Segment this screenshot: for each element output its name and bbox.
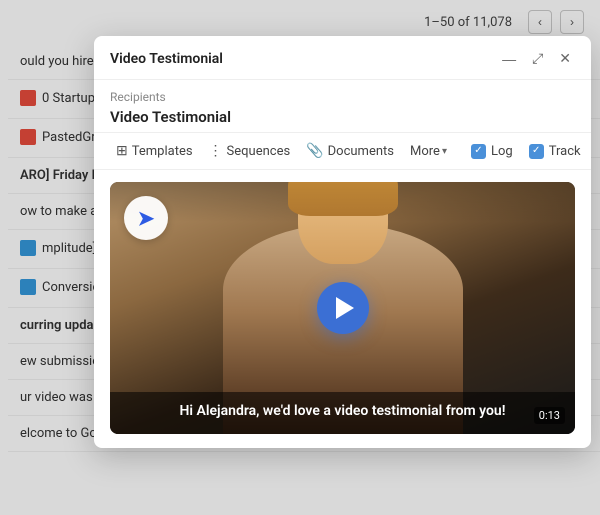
duration-badge: 0:13 — [534, 407, 565, 424]
modal-controls: — ⤢ ✕ — [498, 48, 575, 69]
log-checkbox[interactable]: ✓ Log — [465, 140, 519, 163]
track-checkbox[interactable]: ✓ Track — [523, 140, 587, 163]
documents-icon: 📎 — [306, 143, 323, 159]
more-label: More — [410, 144, 440, 159]
play-button[interactable] — [317, 282, 369, 334]
sequences-label: Sequences — [227, 144, 291, 159]
recipients-label: Recipients — [110, 90, 575, 104]
play-icon — [336, 297, 354, 319]
expand-button[interactable]: ⤢ — [528, 48, 547, 69]
recipients-section: Recipients Video Testimonial — [94, 80, 591, 132]
video-caption: Hi Alejandra, we'd love a video testimon… — [110, 392, 575, 434]
track-label: Track — [549, 144, 581, 159]
documents-label: Documents — [328, 144, 394, 159]
close-button[interactable]: ✕ — [555, 48, 575, 69]
person-hair — [288, 182, 398, 216]
recipients-title: Video Testimonial — [110, 108, 575, 126]
sequences-button[interactable]: ⋮ Sequences — [203, 139, 297, 163]
modal-header: Video Testimonial — ⤢ ✕ — [94, 36, 591, 80]
templates-button[interactable]: ⊞ Templates — [110, 139, 199, 163]
modal-title: Video Testimonial — [110, 51, 223, 67]
templates-icon: ⊞ — [116, 143, 128, 159]
documents-button[interactable]: 📎 Documents — [300, 139, 400, 163]
track-check-icon: ✓ — [532, 146, 540, 156]
logo-arrow-icon: ➤ — [138, 206, 155, 230]
chevron-down-icon: ▾ — [442, 146, 447, 157]
sequences-icon: ⋮ — [209, 143, 223, 159]
log-check-icon: ✓ — [474, 146, 482, 156]
templates-label: Templates — [132, 144, 193, 159]
video-logo: ➤ — [124, 196, 168, 240]
log-checkbox-box: ✓ — [471, 144, 486, 159]
caption-text: Hi Alejandra, we'd love a video testimon… — [126, 402, 559, 422]
video-container[interactable]: ➤ Hi Alejandra, we'd love a video testim… — [110, 182, 575, 434]
log-label: Log — [491, 144, 513, 159]
toolbar: ⊞ Templates ⋮ Sequences 📎 Documents More… — [94, 132, 591, 170]
person-head — [298, 182, 388, 264]
modal-dialog: Video Testimonial — ⤢ ✕ Recipients Video… — [94, 36, 591, 448]
minimize-button[interactable]: — — [498, 48, 520, 69]
track-checkbox-box: ✓ — [529, 144, 544, 159]
more-button[interactable]: More ▾ — [404, 140, 453, 163]
